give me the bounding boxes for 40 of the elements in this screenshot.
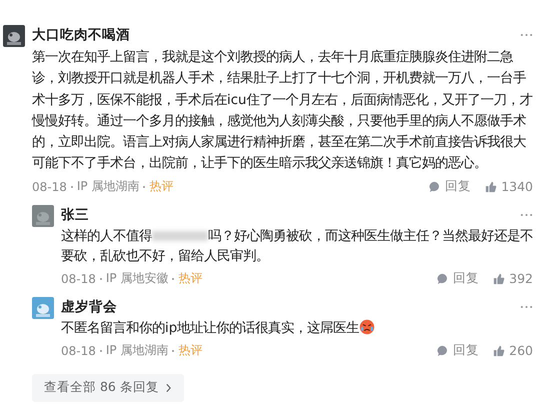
like-button[interactable]: 392 [493,271,533,286]
thumbs-up-icon [485,180,498,193]
more-icon[interactable] [520,212,533,217]
comment-date: 08-18 [61,344,96,358]
thumbs-up-icon [493,344,506,357]
hot-comment-tag: 热评 [149,178,174,196]
author-name[interactable]: 张三 [61,206,89,224]
comment-text: 这样的人不值得 吗？好心陶勇被砍，而这种医生做主任？当然最好还是不要砍，乱砍也不好，留给人民审判。 [61,228,533,266]
separator-dot [70,186,73,188]
separator-dot [172,350,174,352]
blurred-redaction [152,231,208,242]
thumbs-up-icon [493,272,506,285]
hot-comment-tag: 热评 [178,342,202,360]
like-button[interactable]: 260 [493,343,533,358]
reply-button[interactable]: 回复 [429,178,472,196]
view-all-replies-button[interactable]: 查看全部 86 条回复 [32,374,184,402]
comment-text: 第一次在知乎上留言，我就是这个刘教授的病人，去年十月底重症胰腺炎住进附二急诊，刘教授开口就是机器人手术，结果肚子上打了十七个洞，开机费就一万八，一台手术十多万，医保不能报，手术后在icu住了一个月左右，后面病情恶化，又开了一刀，才慢慢好转。通过一个多月的接触，感觉他为人刻薄尖酸，只要他手里的病人不愿做手术的，立即出院。语言上对病人家属进行精神折磨，甚至在第二次手术前直接告诉我很大可能下不了手术台，出院前，让手下的医生暗示我父亲送锦旗！真它妈的恶心。 [32,48,533,174]
reply-button[interactable]: 回复 [437,270,480,288]
speech-bubble-icon [437,344,450,357]
hot-comment-tag: 热评 [178,270,202,288]
author-name[interactable]: 大口吃肉不喝酒 [32,26,130,44]
ip-location: IP 属地湖南 [106,342,168,360]
speech-bubble-icon [429,180,442,193]
comment-date: 08-18 [32,180,67,194]
separator-dot [143,186,146,188]
more-icon[interactable] [520,304,533,309]
reply-button[interactable]: 回复 [437,342,480,360]
comment-text: 不匿名留言和你的ip地址让你的话很真实，这屌医生 [61,318,533,339]
separator-dot [100,350,102,352]
like-button[interactable]: 1340 [485,179,533,194]
ip-location: IP 属地安徽 [106,270,168,288]
more-icon[interactable] [520,33,533,37]
author-name[interactable]: 虚岁背会 [61,298,117,316]
separator-dot [100,278,102,280]
chevron-right-icon [164,382,172,393]
separator-dot [172,278,174,280]
speech-bubble-icon [437,272,450,285]
ip-location: IP 属地湖南 [76,178,140,196]
angry-face-icon [359,318,376,335]
comment-date: 08-18 [61,272,96,286]
